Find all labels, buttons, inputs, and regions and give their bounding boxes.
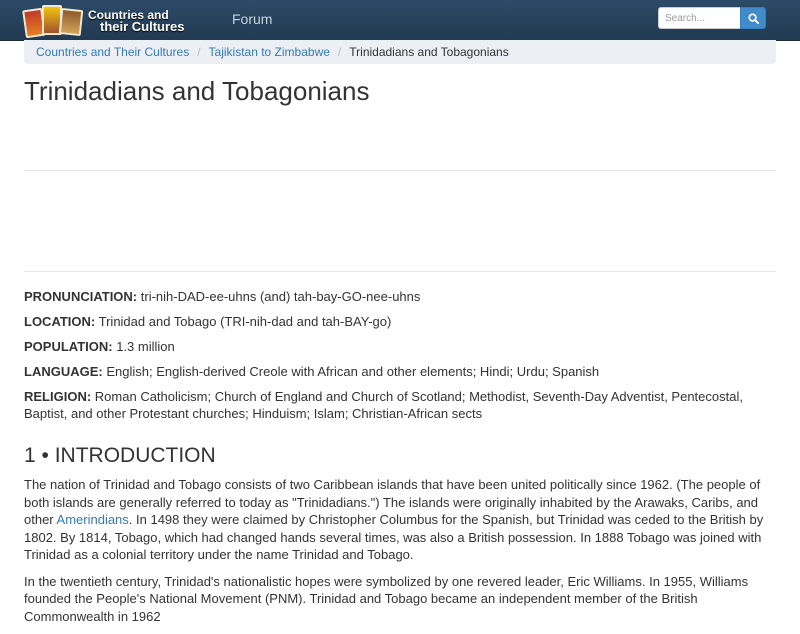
logo-line-2: their Cultures (100, 19, 185, 34)
quick-facts: PRONUNCIATION: tri-nih-DAD-ee-uhns (and)… (24, 288, 776, 430)
breadcrumb-separator: / (337, 45, 342, 59)
breadcrumb: Countries and Their Cultures / Tajikistan … (24, 40, 776, 64)
fact-pronunciation: PRONUNCIATION: tri-nih-DAD-ee-uhns (and)… (24, 288, 776, 305)
divider (24, 271, 776, 272)
fact-value: Roman Catholicism; Church of England and… (24, 389, 743, 421)
page-title: Trinidadians and Tobagonians (24, 76, 370, 106)
fact-label: POPULATION: (24, 339, 113, 354)
fact-location: LOCATION: Trinidad and Tobago (TRI-nih-d… (24, 313, 776, 330)
search-button[interactable] (740, 7, 766, 29)
breadcrumb-current: Trinidadians and Tobagonians (349, 45, 509, 59)
fact-label: PRONUNCIATION: (24, 289, 138, 304)
divider (24, 170, 776, 171)
breadcrumb-item-countries[interactable]: Countries and Their Cultures (36, 45, 189, 59)
forum-link[interactable]: Forum (232, 11, 272, 27)
site-logo[interactable]: Countries and their Cultures (22, 3, 222, 39)
fact-label: LANGUAGE: (24, 364, 103, 379)
amerindians-link[interactable]: Amerindians (57, 512, 129, 527)
fact-population: POPULATION: 1.3 million (24, 338, 776, 355)
top-navbar: Countries and their Cultures Forum (0, 0, 800, 41)
paragraph-text: . In 1498 they were claimed by Christoph… (24, 512, 764, 562)
paragraph: In the twentieth century, Trinidad's nat… (24, 573, 749, 624)
fact-value: Trinidad and Tobago (TRI-nih-dad and tah… (98, 314, 392, 329)
fact-label: RELIGION: (24, 389, 92, 404)
fact-religion: RELIGION: Roman Catholicism; Church of E… (24, 388, 776, 422)
breadcrumb-separator: / (197, 45, 201, 59)
fact-value: 1.3 million (116, 339, 175, 354)
search-input[interactable] (658, 7, 740, 29)
section-heading-introduction: 1 • INTRODUCTION (24, 444, 216, 467)
fact-value: tri-nih-DAD-ee-uhns (and) tah-bay-GO-nee… (140, 289, 421, 304)
search-icon (747, 12, 759, 24)
logo-text: Countries and their Cultures (88, 9, 185, 33)
fact-value: English; English-derived Creole with Afr… (106, 364, 600, 379)
paragraph: The nation of Trinidad and Tobago consis… (24, 476, 776, 564)
breadcrumb-item-tajikistan-zimbabwe[interactable]: Tajikistan to Zimbabwe (209, 45, 330, 59)
logo-image (22, 3, 84, 39)
fact-label: LOCATION: (24, 314, 96, 329)
fact-language: LANGUAGE: English; English-derived Creol… (24, 363, 776, 380)
article-body: The nation of Trinidad and Tobago consis… (24, 476, 776, 634)
